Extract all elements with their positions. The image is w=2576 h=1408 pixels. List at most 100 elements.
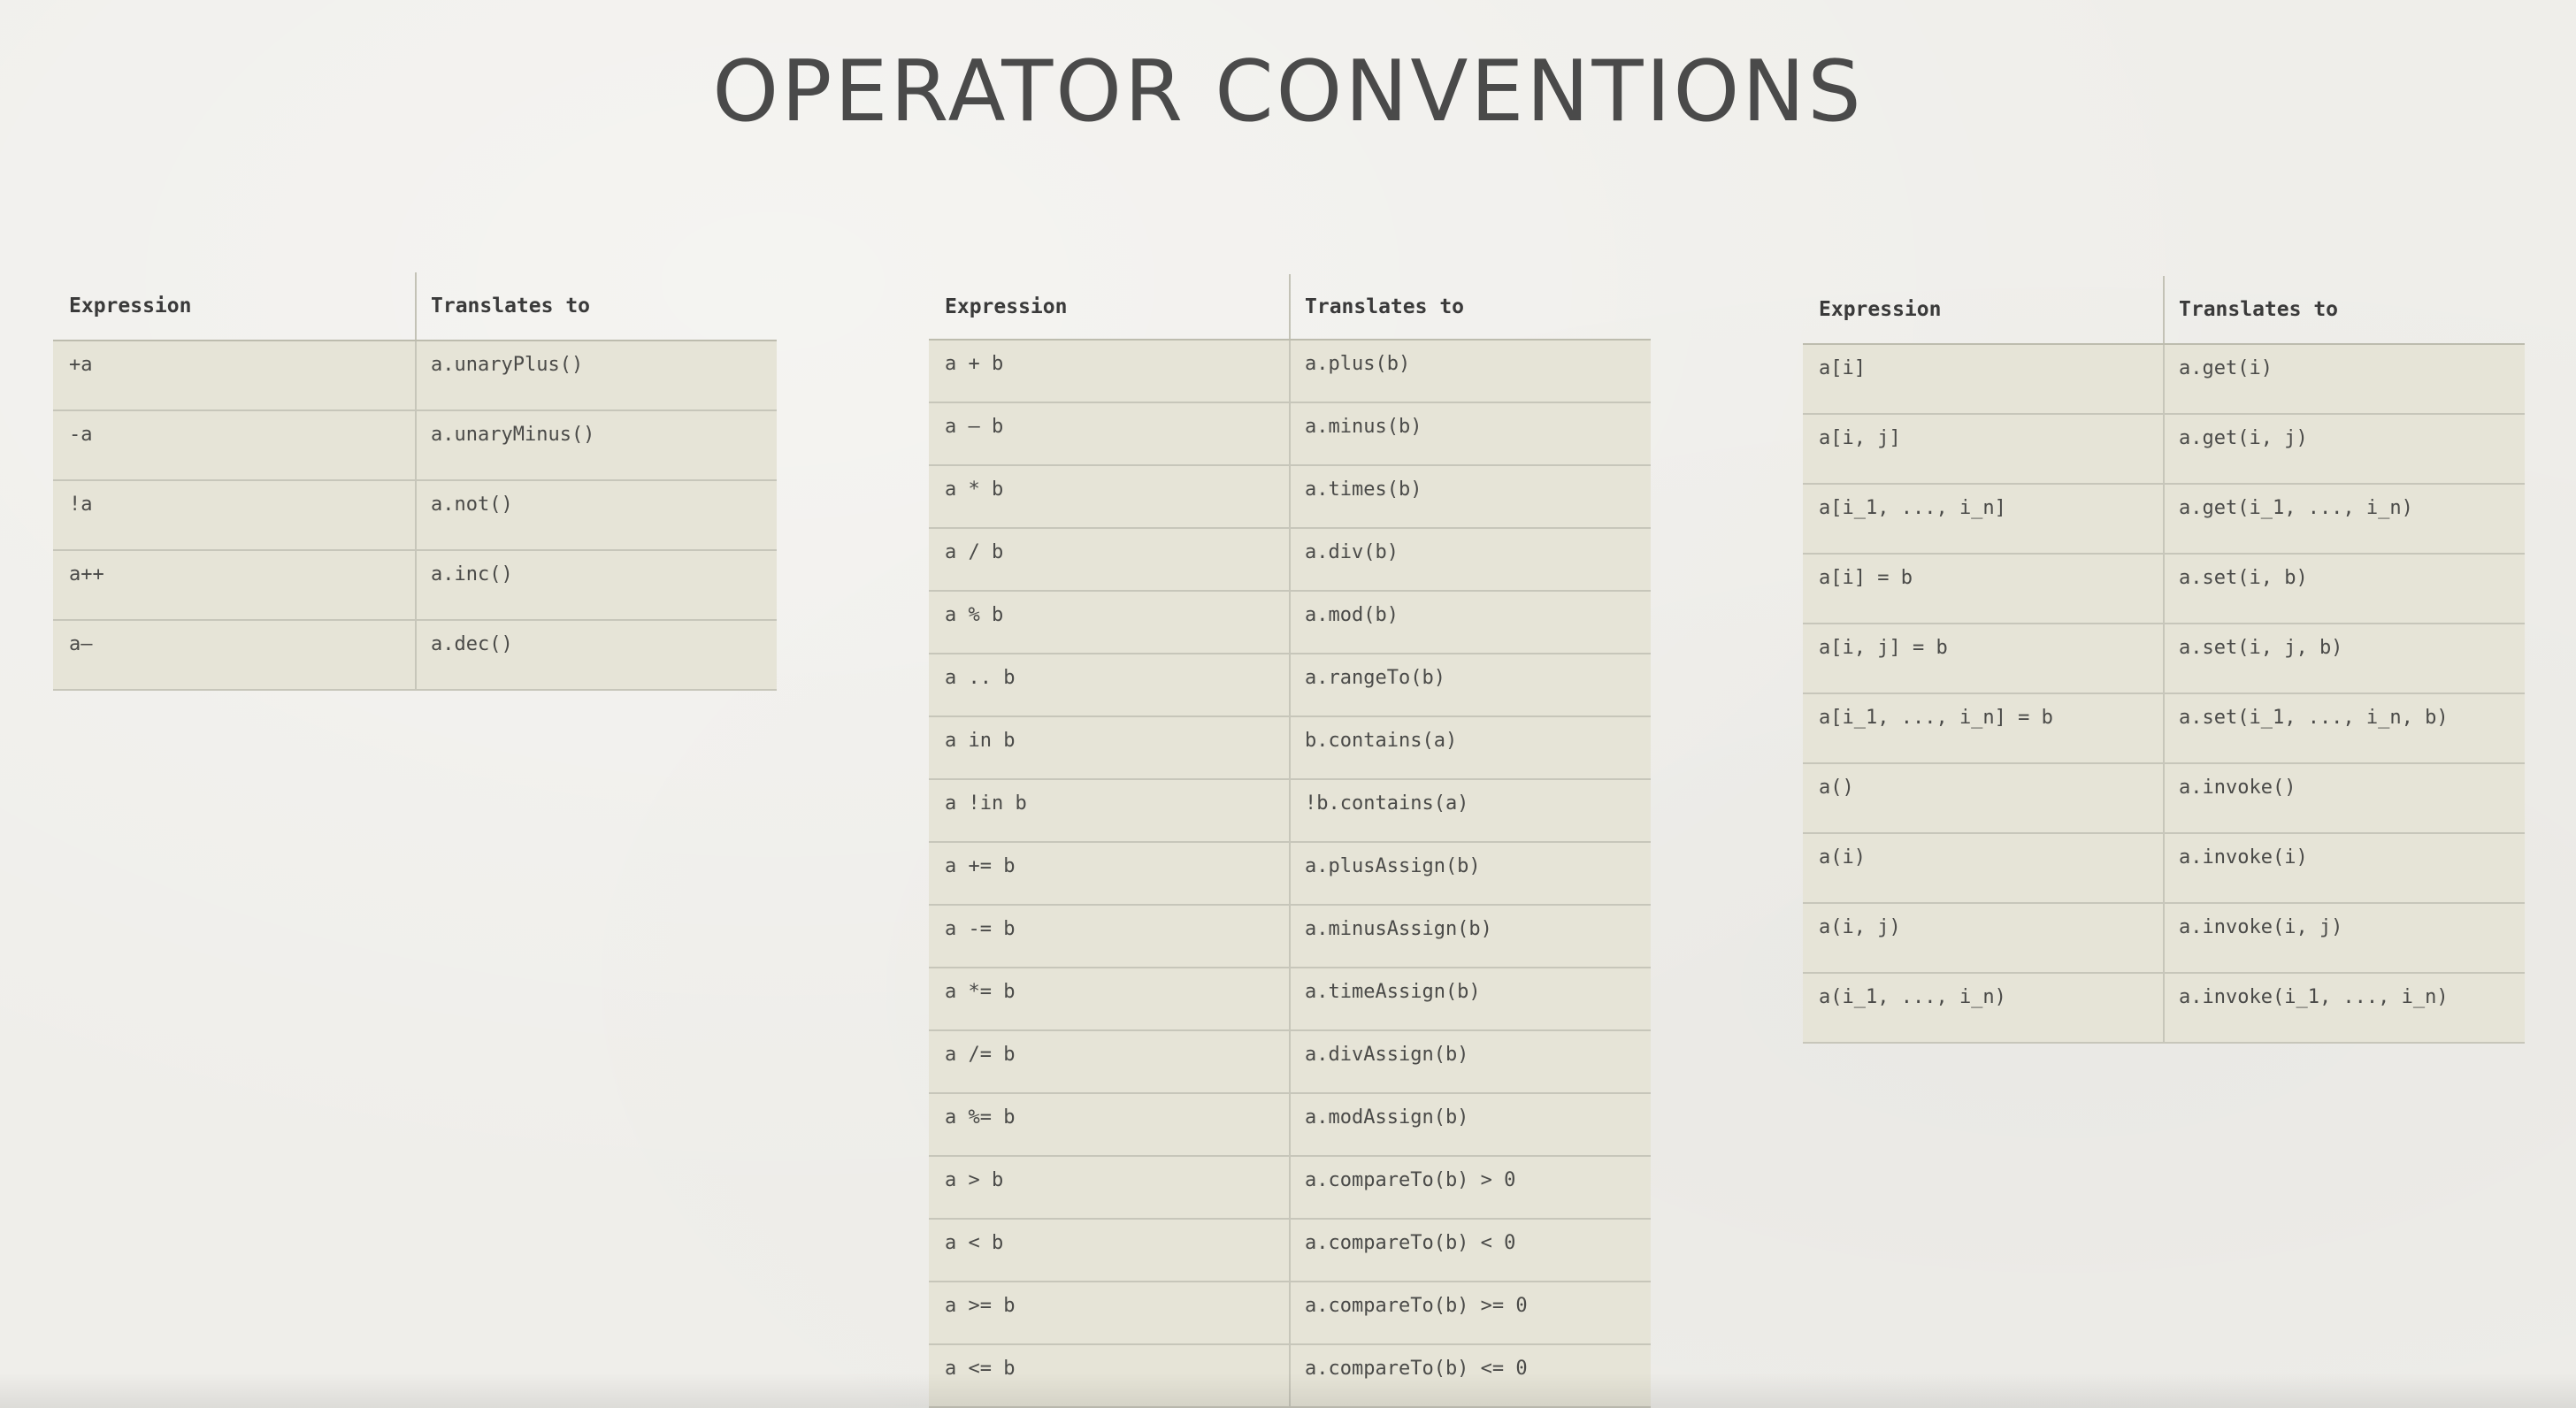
expression-cell: a %= b [929, 1093, 1290, 1157]
expression-cell: a[i] [1803, 344, 2164, 415]
expression-cell: a++ [53, 550, 416, 621]
expression-cell: a -= b [929, 905, 1290, 968]
translation-cell: a.divAssign(b) [1289, 1030, 1651, 1094]
translation-cell: a.set(i_1, ..., i_n, b) [2163, 693, 2525, 764]
expression-cell: a[i] = b [1803, 554, 2164, 624]
table-row: a += b a.plusAssign(b) [929, 842, 1651, 906]
translation-cell: a.plus(b) [1289, 340, 1651, 403]
table-row: a % b a.mod(b) [929, 591, 1651, 654]
translation-cell: a.inc() [415, 550, 777, 621]
expression-cell: a >= b [929, 1282, 1290, 1345]
translation-cell: a.div(b) [1289, 528, 1651, 592]
table-row: a >= b a.compareTo(b) >= 0 [929, 1282, 1651, 1345]
expression-cell: a[i_1, ..., i_n] = b [1803, 693, 2164, 764]
expression-cell: a < b [929, 1219, 1290, 1282]
translation-cell: a.plusAssign(b) [1289, 842, 1651, 906]
bottom-shadow [0, 1373, 2576, 1408]
expression-column-header: Expression [1803, 276, 2164, 345]
expression-cell: a !in b [929, 779, 1290, 843]
expression-cell: +a [53, 341, 416, 411]
table-row: a[i, j] a.get(i, j) [1803, 414, 2525, 485]
table-row: a[i_1, ..., i_n] a.get(i_1, ..., i_n) [1803, 484, 2525, 555]
expression-cell: a[i, j] [1803, 414, 2164, 485]
table-row: a[i] = b a.set(i, b) [1803, 554, 2525, 624]
table-row: a !in b !b.contains(a) [929, 779, 1651, 843]
table-header-row: Expression Translates to [929, 274, 1651, 341]
translation-cell: a.not() [415, 480, 777, 551]
table-row: a[i_1, ..., i_n] = b a.set(i_1, ..., i_n,… [1803, 693, 2525, 764]
expression-cell: -a [53, 410, 416, 481]
translation-cell: a.get(i_1, ..., i_n) [2163, 484, 2525, 555]
translation-cell: a.get(i) [2163, 344, 2525, 415]
table-header-row: Expression Translates to [1803, 276, 2525, 345]
binary-operators-table: Expression Translates to a + b a.plus(b) a… [929, 274, 1651, 1408]
table-row: a -= b a.minusAssign(b) [929, 905, 1651, 968]
table-row: !a a.not() [53, 480, 777, 551]
expression-cell: a(i, j) [1803, 903, 2164, 974]
translation-cell: a.invoke(i_1, ..., i_n) [2163, 973, 2525, 1044]
table-row: a(i_1, ..., i_n) a.invoke(i_1, ..., i_n) [1803, 973, 2525, 1044]
expression-cell: a .. b [929, 654, 1290, 717]
table-row: a < b a.compareTo(b) < 0 [929, 1219, 1651, 1282]
expression-cell: a += b [929, 842, 1290, 906]
translation-cell: a.set(i, b) [2163, 554, 2525, 624]
slide-title: OPERATOR CONVENTIONS [712, 43, 1864, 141]
table-row: a .. b a.rangeTo(b) [929, 654, 1651, 717]
expression-cell: a * b [929, 465, 1290, 529]
expression-cell: a() [1803, 763, 2164, 834]
translates-to-column-header: Translates to [2163, 276, 2525, 345]
expression-cell: a – b [929, 402, 1290, 466]
table-row: a[i] a.get(i) [1803, 344, 2525, 415]
expression-cell: a /= b [929, 1030, 1290, 1094]
expression-cell: a in b [929, 716, 1290, 780]
translation-cell: a.invoke(i) [2163, 833, 2525, 904]
translation-cell: a.rangeTo(b) [1289, 654, 1651, 717]
indexed-access-invoke-table: Expression Translates to a[i] a.get(i) a[i… [1803, 276, 2525, 1044]
table-row: a /= b a.divAssign(b) [929, 1030, 1651, 1094]
translation-cell: a.invoke(i, j) [2163, 903, 2525, 974]
translation-cell: a.minus(b) [1289, 402, 1651, 466]
expression-cell: a[i_1, ..., i_n] [1803, 484, 2164, 555]
table-row: a + b a.plus(b) [929, 340, 1651, 403]
expression-cell: !a [53, 480, 416, 551]
translation-cell: a.get(i, j) [2163, 414, 2525, 485]
unary-operators-table: Expression Translates to +a a.unaryPlus()… [53, 272, 777, 691]
table-row: a / b a.div(b) [929, 528, 1651, 592]
expression-cell: a > b [929, 1156, 1290, 1220]
translation-cell: a.invoke() [2163, 763, 2525, 834]
translates-to-column-header: Translates to [1289, 274, 1651, 341]
table-row: a > b a.compareTo(b) > 0 [929, 1156, 1651, 1220]
translation-cell: a.unaryPlus() [415, 341, 777, 411]
translation-cell: a.compareTo(b) > 0 [1289, 1156, 1651, 1220]
translation-cell: a.compareTo(b) < 0 [1289, 1219, 1651, 1282]
translation-cell: a.modAssign(b) [1289, 1093, 1651, 1157]
table-row: a(i) a.invoke(i) [1803, 833, 2525, 904]
expression-cell: a % b [929, 591, 1290, 654]
translation-cell: a.mod(b) [1289, 591, 1651, 654]
translation-cell: b.contains(a) [1289, 716, 1651, 780]
expression-cell: a— [53, 620, 416, 691]
table-row: a— a.dec() [53, 620, 777, 691]
table-row: a *= b a.timeAssign(b) [929, 968, 1651, 1031]
table-row: a[i, j] = b a.set(i, j, b) [1803, 624, 2525, 694]
expression-column-header: Expression [53, 272, 416, 341]
translation-cell: a.minusAssign(b) [1289, 905, 1651, 968]
expression-column-header: Expression [929, 274, 1290, 341]
translation-cell: a.timeAssign(b) [1289, 968, 1651, 1031]
table-row: a – b a.minus(b) [929, 402, 1651, 466]
expression-cell: a(i) [1803, 833, 2164, 904]
translation-cell: a.unaryMinus() [415, 410, 777, 481]
expression-cell: a(i_1, ..., i_n) [1803, 973, 2164, 1044]
table-row: -a a.unaryMinus() [53, 410, 777, 481]
translation-cell: a.compareTo(b) >= 0 [1289, 1282, 1651, 1345]
table-row: a++ a.inc() [53, 550, 777, 621]
translation-cell: a.times(b) [1289, 465, 1651, 529]
expression-cell: a[i, j] = b [1803, 624, 2164, 694]
translation-cell: a.set(i, j, b) [2163, 624, 2525, 694]
expression-cell: a + b [929, 340, 1290, 403]
translation-cell: a.dec() [415, 620, 777, 691]
table-row: a in b b.contains(a) [929, 716, 1651, 780]
table-row: +a a.unaryPlus() [53, 341, 777, 411]
translates-to-column-header: Translates to [415, 272, 777, 341]
table-row: a * b a.times(b) [929, 465, 1651, 529]
